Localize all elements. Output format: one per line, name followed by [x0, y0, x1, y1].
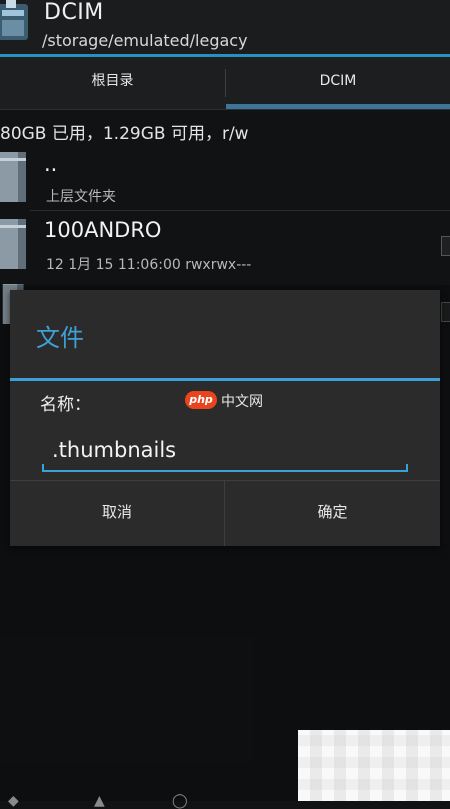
input-underline	[42, 470, 408, 472]
storage-info: 80GB 已用，1.29GB 可用，r/w	[0, 124, 249, 144]
list-item-name: 100ANDRO	[44, 218, 162, 242]
blurred-region	[298, 730, 450, 801]
folder-icon	[0, 152, 26, 202]
watermark-logo: php	[185, 391, 217, 409]
app-icon[interactable]	[0, 0, 32, 44]
home-icon[interactable]: ◯	[172, 793, 188, 809]
list-item[interactable]: .. 上层文件夹	[0, 148, 450, 210]
dialog-title-divider	[10, 378, 440, 381]
list-item-subtitle: 上层文件夹	[46, 189, 116, 205]
tabs-divider	[0, 109, 450, 110]
tab-bar: 根目录 DCIM	[0, 57, 450, 110]
tab-dcim[interactable]: DCIM	[226, 57, 450, 110]
input-underline-right-tick	[406, 464, 408, 472]
list-item-name: ..	[44, 152, 58, 176]
tab-root[interactable]: 根目录	[0, 57, 225, 110]
menu-icon[interactable]: ▲	[94, 793, 105, 809]
list-item[interactable]: 100ANDRO 12 1月 15 11:06:00 rwxrwx---	[0, 212, 450, 282]
list-item-subtitle: 12 1月 15 11:06:00 rwxrwx---	[46, 257, 252, 273]
item-checkbox[interactable]	[441, 236, 450, 256]
input-underline-left-tick	[42, 464, 44, 472]
back-icon[interactable]: ◆	[8, 793, 19, 809]
rename-dialog: 文件 名称： php 中文网 取消 确定	[10, 290, 440, 546]
row-divider	[30, 210, 450, 211]
current-path: /storage/emulated/legacy	[42, 31, 248, 50]
ok-button[interactable]: 确定	[225, 481, 440, 546]
watermark-text: 中文网	[221, 394, 263, 410]
folder-icon	[0, 219, 26, 269]
name-label: 名称：	[40, 395, 91, 415]
cancel-button[interactable]: 取消	[10, 481, 224, 546]
window-title: DCIM	[44, 0, 104, 25]
dialog-title: 文件	[36, 324, 84, 352]
name-input[interactable]	[42, 430, 418, 470]
app-header: DCIM /storage/emulated/legacy	[0, 0, 450, 57]
